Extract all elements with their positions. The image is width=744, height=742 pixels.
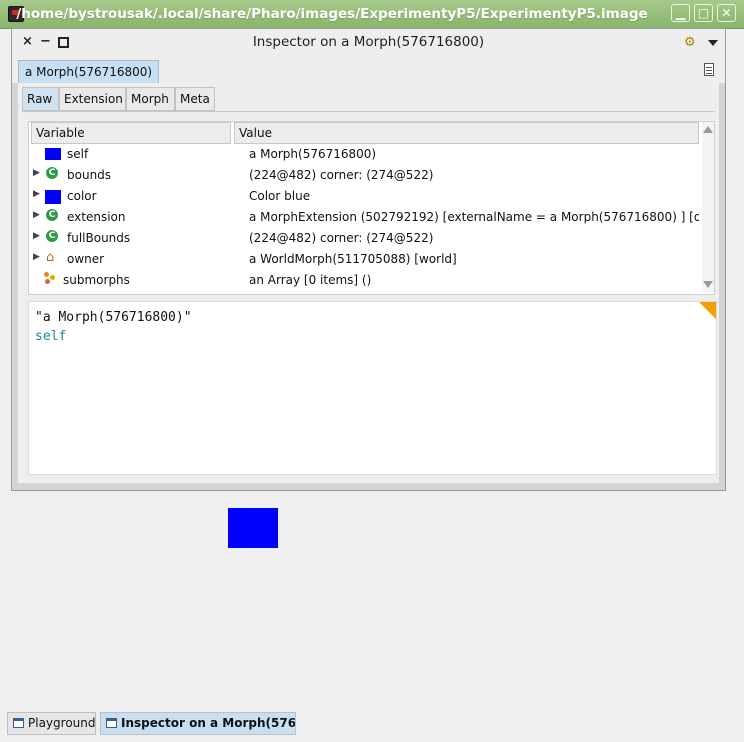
- expand-arrow-icon[interactable]: ▶: [33, 189, 40, 199]
- vertical-scrollbar[interactable]: [702, 122, 714, 292]
- close-button[interactable]: ✕: [717, 4, 736, 22]
- tab-extension[interactable]: Extension: [59, 87, 126, 111]
- chevron-down-icon[interactable]: [708, 40, 718, 46]
- window-icon: [106, 718, 117, 728]
- table-row[interactable]: self a Morph(576716800): [29, 144, 699, 165]
- table-row[interactable]: ▶ ⌂ owner a WorldMorph(511705088) [world…: [29, 249, 699, 270]
- table-row[interactable]: ▶ C bounds (224@482) corner: (274@522): [29, 165, 699, 186]
- code-self: self: [35, 329, 67, 344]
- blue-square-icon: [45, 190, 61, 204]
- table-row[interactable]: ▶ C fullBounds (224@482) corner: (274@52…: [29, 228, 699, 249]
- scroll-up-icon[interactable]: [703, 126, 713, 133]
- inspector-content: Raw Extension Morph Meta Variable Value …: [18, 83, 719, 483]
- taskbar: Playground Inspector on a Morph(576716..…: [0, 708, 744, 742]
- variable-name: self: [67, 147, 89, 161]
- expand-arrow-icon[interactable]: ▶: [33, 252, 40, 262]
- os-titlebar: /home/bystrousak/.local/share/Pharo/imag…: [0, 0, 744, 29]
- variable-value: a Morph(576716800): [249, 147, 377, 161]
- home-icon: ⌂: [46, 250, 55, 265]
- taskbar-item-inspector[interactable]: Inspector on a Morph(576716...: [100, 712, 296, 735]
- variable-name: submorphs: [63, 273, 130, 287]
- pane-tab-morph[interactable]: a Morph(576716800): [18, 60, 160, 83]
- document-icon[interactable]: [704, 63, 714, 76]
- variable-value: (224@482) corner: (274@522): [249, 231, 434, 245]
- column-header-variable[interactable]: Variable: [31, 122, 231, 144]
- taskbar-label: Inspector on a Morph(576716...: [121, 716, 296, 730]
- class-c-icon: C: [46, 167, 58, 179]
- taskbar-label: Playground: [28, 716, 96, 730]
- blue-square-icon: [45, 148, 61, 160]
- variable-name: color: [67, 189, 97, 203]
- maximize-button[interactable]: □: [694, 4, 713, 22]
- class-c-icon: C: [46, 209, 58, 221]
- variable-name: owner: [67, 252, 105, 266]
- variables-table: Variable Value self a Morph(576716800) ▶…: [28, 121, 715, 295]
- inspector-title: Inspector on a Morph(576716800): [252, 34, 485, 50]
- variable-name: fullBounds: [67, 231, 131, 245]
- tab-raw[interactable]: Raw: [22, 87, 59, 111]
- expand-arrow-icon[interactable]: ▶: [33, 168, 40, 178]
- window-icon: [13, 718, 24, 728]
- variable-value: Color blue: [249, 189, 311, 203]
- tab-morph[interactable]: Morph: [126, 87, 175, 111]
- expand-arrow-icon[interactable]: ▶: [33, 210, 40, 220]
- taskbar-item-playground[interactable]: Playground: [7, 712, 96, 735]
- class-c-icon: C: [46, 230, 58, 242]
- table-row[interactable]: ▶ color Color blue: [29, 186, 699, 207]
- variable-value: (224@482) corner: (274@522): [249, 168, 434, 182]
- collection-dots-icon: [44, 272, 58, 286]
- expand-arrow-icon[interactable]: ▶: [33, 231, 40, 241]
- os-window-title: /home/bystrousak/.local/share/Pharo/imag…: [16, 6, 648, 22]
- variable-name: bounds: [67, 168, 112, 182]
- table-row[interactable]: submorphs an Array [0 items] (): [29, 270, 699, 291]
- inspector-titlebar[interactable]: × − Inspector on a Morph(576716800) ⚙: [12, 29, 725, 55]
- variable-value: an Array [0 items] (): [249, 273, 372, 287]
- blue-morph[interactable]: [228, 508, 278, 548]
- editor-corner-icon[interactable]: [699, 302, 716, 319]
- code-comment: "a Morph(576716800)": [35, 310, 192, 325]
- code-editor[interactable]: "a Morph(576716800)" self: [28, 301, 717, 475]
- window-menu-icon[interactable]: ⚙: [684, 35, 696, 50]
- variable-value: a MorphExtension (502792192) [externalNa…: [249, 210, 699, 224]
- variable-name: extension: [67, 210, 126, 224]
- tab-meta[interactable]: Meta: [175, 87, 215, 111]
- minimize-button[interactable]: ▁: [671, 4, 690, 22]
- variable-value: a WorldMorph(511705088) [world]: [249, 252, 457, 266]
- table-row[interactable]: ▶ C extension a MorphExtension (50279219…: [29, 207, 699, 228]
- scroll-down-icon[interactable]: [703, 281, 713, 288]
- column-header-value[interactable]: Value: [234, 122, 699, 144]
- tab-divider: [22, 111, 715, 112]
- inspector-window: × − Inspector on a Morph(576716800) ⚙ a …: [11, 28, 726, 491]
